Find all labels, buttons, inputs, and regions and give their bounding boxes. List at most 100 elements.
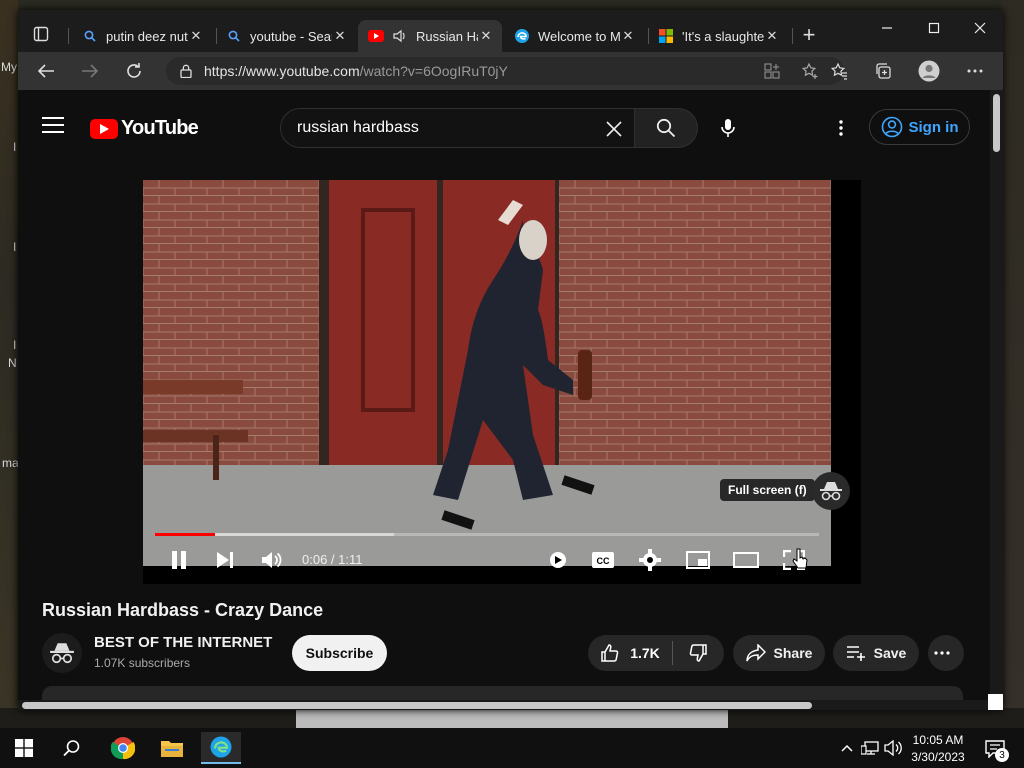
share-button[interactable]: Share	[733, 635, 825, 671]
forward-button[interactable]	[76, 58, 104, 84]
svg-text:CC: CC	[597, 556, 610, 566]
taskbar-file-explorer[interactable]	[152, 732, 192, 764]
windows-logo-icon	[15, 739, 33, 757]
desktop-label: I	[13, 338, 17, 352]
theater-mode-button[interactable]	[733, 548, 759, 572]
settings-menu-button[interactable]	[826, 112, 856, 144]
mute-button[interactable]	[259, 548, 285, 572]
close-tab-icon[interactable]: ✕	[478, 28, 494, 44]
desktop-background-right	[1002, 0, 1024, 728]
taskbar-chrome[interactable]	[103, 732, 143, 764]
next-button[interactable]	[213, 548, 237, 572]
desktop-label: My	[1, 60, 17, 74]
subtitles-button[interactable]: CC	[589, 548, 617, 572]
autoplay-toggle[interactable]	[533, 548, 569, 572]
close-tab-icon[interactable]: ✕	[764, 28, 780, 44]
desktop-background-bottom	[0, 708, 1024, 728]
system-clock[interactable]: 10:05 AM 3/30/2023	[905, 732, 971, 766]
tab-separator	[68, 28, 69, 44]
autoplay-toggle-icon	[534, 552, 566, 568]
tab-welcome-edge[interactable]: Welcome to Microsoft Edge ✕	[504, 20, 644, 52]
clock-time: 10:05 AM	[912, 733, 964, 747]
taskbar-edge[interactable]	[201, 732, 241, 764]
tab-actions-icon	[33, 26, 49, 42]
sign-in-button[interactable]: Sign in	[869, 109, 970, 145]
clear-search-icon[interactable]	[602, 117, 626, 141]
settings-button[interactable]	[637, 548, 663, 572]
save-label: Save	[873, 645, 907, 661]
chevron-up-icon	[841, 744, 853, 752]
edge-icon	[514, 28, 530, 44]
collections-button[interactable]	[870, 59, 896, 83]
tab-putin-search[interactable]: putin deez nuts ✕	[72, 20, 212, 52]
lock-icon[interactable]	[176, 62, 196, 80]
add-to-playlist-icon	[846, 646, 865, 661]
maximize-button[interactable]	[914, 14, 954, 42]
progress-bar[interactable]	[155, 533, 819, 536]
browser-window: putin deez nuts ✕ youtube - Search ✕ Rus…	[18, 10, 1003, 710]
speaker-icon[interactable]	[392, 28, 408, 44]
favorites-icon	[830, 62, 847, 80]
close-tab-icon[interactable]: ✕	[620, 28, 636, 44]
miniplayer-button[interactable]	[685, 548, 711, 572]
network-status-button[interactable]	[861, 738, 879, 758]
profile-button[interactable]	[916, 59, 942, 83]
channel-avatar[interactable]	[42, 633, 82, 673]
hamburger-menu-icon[interactable]	[42, 117, 64, 135]
minimize-button[interactable]	[867, 14, 907, 42]
add-favorite-icon[interactable]	[800, 62, 820, 80]
search-button[interactable]	[635, 108, 698, 148]
search-icon	[82, 28, 98, 44]
search-input[interactable]	[295, 118, 599, 138]
favorites-button[interactable]	[826, 59, 852, 83]
pause-button[interactable]	[167, 548, 191, 572]
start-button[interactable]	[4, 732, 44, 764]
forward-arrow-icon	[82, 64, 99, 78]
tab-actions-button[interactable]	[26, 20, 56, 48]
refresh-button[interactable]	[120, 58, 148, 84]
search-icon	[226, 28, 242, 44]
more-horizontal-icon	[967, 69, 983, 73]
subscribe-button[interactable]: Subscribe	[292, 635, 387, 671]
search-bar	[280, 108, 698, 148]
scrollbar-thumb[interactable]	[993, 94, 1000, 152]
tab-russian-hardbass[interactable]: Russian Hardbass ✕	[358, 20, 502, 52]
action-center-button[interactable]: 3	[980, 736, 1010, 762]
account-circle-icon	[881, 116, 902, 138]
volume-tray-button[interactable]	[884, 738, 902, 758]
subscriber-count: 1.07K subscribers	[94, 656, 191, 670]
video-player[interactable]: 0:06 / 1:11 CC Full screen (f)	[143, 180, 861, 584]
app-available-icon[interactable]	[762, 62, 782, 80]
volume-icon	[262, 552, 282, 568]
youtube-header: YouTube Sign in	[18, 90, 991, 166]
vertical-scrollbar[interactable]	[990, 90, 1003, 710]
close-window-button[interactable]	[960, 14, 1000, 42]
channel-name[interactable]: BEST OF THE INTERNET	[94, 634, 272, 651]
like-button[interactable]: 1.7K	[588, 635, 672, 671]
settings-more-button[interactable]	[962, 59, 988, 83]
subscribe-label: Subscribe	[305, 645, 374, 661]
save-button[interactable]: Save	[833, 635, 919, 671]
back-button[interactable]	[32, 58, 60, 84]
address-bar[interactable]: https://www.youtube.com/watch?v=6OogIRuT…	[166, 57, 844, 85]
resize-grip[interactable]	[988, 694, 1003, 710]
tab-separator	[792, 28, 793, 44]
tab-youtube-search[interactable]: youtube - Search ✕	[216, 20, 356, 52]
taskbar-search-button[interactable]	[52, 732, 92, 764]
dislike-button[interactable]	[673, 635, 723, 671]
close-tab-icon[interactable]: ✕	[332, 28, 348, 44]
microsoft-icon	[658, 28, 674, 44]
horizontal-scrollbar[interactable]	[18, 700, 1003, 710]
desktop-label: ma	[2, 456, 19, 470]
fullscreen-tooltip: Full screen (f)	[720, 479, 815, 501]
new-tab-button[interactable]: +	[798, 22, 820, 47]
youtube-icon	[368, 28, 384, 44]
youtube-logo[interactable]: YouTube	[90, 117, 199, 140]
voice-search-button[interactable]	[710, 110, 746, 146]
scrollbar-thumb[interactable]	[22, 702, 812, 709]
more-actions-button[interactable]	[928, 635, 964, 671]
close-tab-icon[interactable]: ✕	[188, 28, 204, 44]
show-hidden-icons-button[interactable]	[838, 738, 856, 758]
tab-slaughter-article[interactable]: 'It's a slaughter' ✕	[648, 20, 788, 52]
minimize-icon	[882, 27, 892, 29]
